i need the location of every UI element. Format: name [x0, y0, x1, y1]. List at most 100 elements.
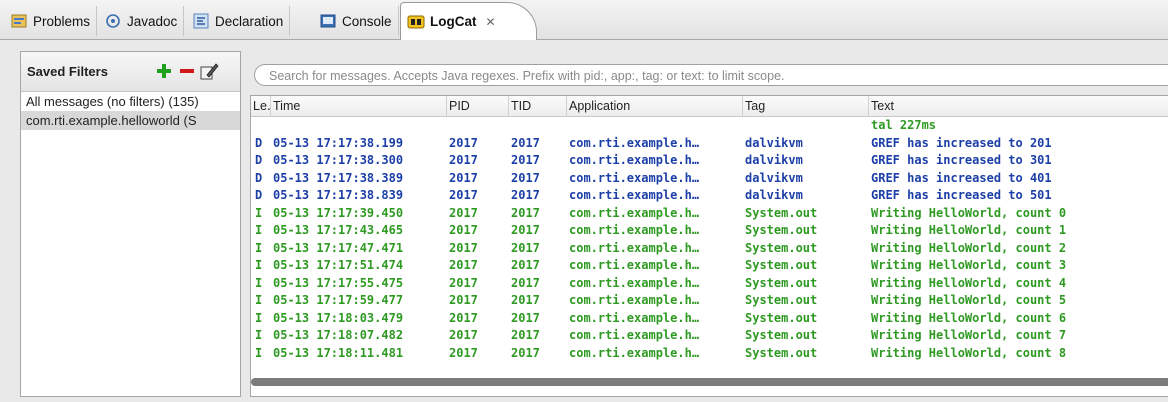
- log-cell-app: com.rti.example.h…: [569, 258, 700, 272]
- column-header-pid[interactable]: PID: [447, 96, 509, 117]
- log-row[interactable]: D 05-13 17:17:38.389 2017 2017 com.rti.examp…: [251, 170, 1168, 188]
- tab-console[interactable]: Console: [313, 6, 399, 36]
- view-tab-bar: Problems Javadoc Declaration Console Log…: [0, 0, 1168, 40]
- log-cell-tid: 2017: [511, 188, 540, 202]
- log-cell-text: GREF has increased to 501: [871, 188, 1052, 202]
- log-row[interactable]: D 05-13 17:17:38.839 2017 2017 com.rti.examp…: [251, 187, 1168, 205]
- remove-filter-icon[interactable]: [177, 60, 197, 82]
- log-cell-pid: 2017: [449, 135, 478, 150]
- tab-declaration[interactable]: Declaration: [186, 6, 291, 36]
- log-cell-text: Writing HelloWorld, count 3: [871, 258, 1067, 272]
- edit-filter-icon[interactable]: [199, 60, 219, 82]
- column-header-application[interactable]: Application: [567, 96, 743, 117]
- log-cell-level: D: [255, 170, 263, 185]
- logcat-icon: [407, 13, 425, 31]
- log-cell-time: 05-13 17:17:51.474: [273, 258, 404, 272]
- log-cell-tid: 2017: [511, 240, 540, 255]
- log-cell-level: I: [255, 223, 263, 237]
- log-cell-pid: 2017: [449, 275, 478, 290]
- log-table: Le․ Time PID TID Application Tag Text ta…: [250, 95, 1168, 397]
- log-cell-level: I: [255, 258, 263, 272]
- close-icon[interactable]: ✕: [486, 15, 496, 29]
- log-row[interactable]: I 05-13 17:17:55.475 2017 2017 com.rti.examp…: [251, 275, 1168, 293]
- log-cell-time: 05-13 17:18:03.479: [273, 310, 404, 325]
- horizontal-scrollbar[interactable]: [251, 378, 1168, 386]
- log-cell-tag: System.out: [745, 345, 818, 360]
- add-filter-icon[interactable]: [154, 60, 174, 82]
- log-row[interactable]: D 05-13 17:17:38.199 2017 2017 com.rti.examp…: [251, 135, 1168, 153]
- log-row[interactable]: I 05-13 17:17:59.477 2017 2017 com.rti.examp…: [251, 292, 1168, 310]
- console-icon: [319, 12, 337, 30]
- log-cell-tag: System.out: [745, 310, 818, 325]
- log-cell-time: 05-13 17:17:47.471: [273, 240, 404, 255]
- log-row[interactable]: I 05-13 17:17:43.465 2017 2017 com.rti.examp…: [251, 222, 1168, 240]
- log-cell-tid: 2017: [511, 135, 540, 150]
- log-row[interactable]: I 05-13 17:18:07.482 2017 2017 com.rti.examp…: [251, 327, 1168, 345]
- log-cell-pid: 2017: [449, 188, 478, 202]
- filter-item-helloworld[interactable]: com.rti.example.helloworld (S: [21, 111, 240, 130]
- log-cell-level: D: [255, 135, 263, 150]
- column-header-tid[interactable]: TID: [509, 96, 567, 117]
- log-cell-time: 05-13 17:17:38.389: [273, 170, 404, 185]
- log-cell-pid: 2017: [449, 153, 478, 167]
- log-row[interactable]: I 05-13 17:18:03.479 2017 2017 com.rti.examp…: [251, 310, 1168, 328]
- log-cell-app: com.rti.example.h…: [569, 153, 700, 167]
- log-cell-app: com.rti.example.h…: [569, 240, 700, 255]
- log-cell-tid: 2017: [511, 258, 540, 272]
- log-cell-tag: System.out: [745, 293, 818, 307]
- log-row[interactable]: tal 227ms: [251, 117, 1168, 135]
- log-cell-app: com.rti.example.h…: [569, 275, 700, 290]
- log-cell-text: GREF has increased to 301: [871, 153, 1052, 167]
- log-cell-tag: dalvikvm: [745, 188, 803, 202]
- log-cell-tid: 2017: [511, 205, 540, 220]
- tab-label: Javadoc: [127, 13, 178, 29]
- log-cell-tag: System.out: [745, 258, 818, 272]
- log-row[interactable]: I 05-13 17:17:51.474 2017 2017 com.rti.examp…: [251, 257, 1168, 275]
- log-cell-tid: 2017: [511, 328, 540, 342]
- log-row[interactable]: I 05-13 17:17:47.471 2017 2017 com.rti.examp…: [251, 240, 1168, 258]
- log-cell-pid: 2017: [449, 310, 478, 325]
- search-box: [254, 64, 1168, 86]
- log-cell-pid: 2017: [449, 223, 478, 237]
- column-header-text[interactable]: Text: [869, 96, 1168, 117]
- column-header-time[interactable]: Time: [271, 96, 447, 117]
- tab-label: Problems: [33, 13, 91, 29]
- log-cell-tid: 2017: [511, 170, 540, 185]
- tab-label: Declaration: [215, 13, 284, 29]
- declaration-icon: [192, 12, 210, 30]
- saved-filters-header: Saved Filters: [21, 52, 240, 92]
- filter-item-all-messages[interactable]: All messages (no filters) (135): [21, 92, 240, 111]
- log-row[interactable]: D 05-13 17:17:38.300 2017 2017 com.rti.examp…: [251, 152, 1168, 170]
- log-cell-app: com.rti.example.h…: [569, 223, 700, 237]
- column-header-level[interactable]: Le․: [251, 96, 271, 117]
- log-cell-time: 05-13 17:17:38.300: [273, 153, 404, 167]
- log-row[interactable]: I 05-13 17:17:39.450 2017 2017 com.rti.examp…: [251, 205, 1168, 223]
- log-cell-pid: 2017: [449, 293, 478, 307]
- log-cell-tid: 2017: [511, 275, 540, 290]
- logcat-view: Saved Filters All messages (no filters) …: [0, 40, 1168, 402]
- search-input[interactable]: [269, 67, 1149, 84]
- log-row[interactable]: I 05-13 17:18:11.481 2017 2017 com.rti.examp…: [251, 345, 1168, 363]
- log-cell-text: Writing HelloWorld, count 7: [871, 328, 1067, 342]
- tab-problems[interactable]: Problems: [4, 6, 98, 36]
- log-cell-time: 05-13 17:17:43.465: [273, 223, 404, 237]
- log-cell-level: I: [255, 205, 263, 220]
- log-cell-time: 05-13 17:18:07.482: [273, 328, 404, 342]
- log-cell-app: com.rti.example.h…: [569, 345, 700, 360]
- log-cell-tag: System.out: [745, 205, 818, 220]
- saved-filters-title: Saved Filters: [27, 64, 108, 79]
- saved-filters-panel: Saved Filters All messages (no filters) …: [20, 51, 241, 397]
- log-cell-tid: 2017: [511, 153, 540, 167]
- log-cell-time: 05-13 17:17:55.475: [273, 275, 404, 290]
- log-cell-tag: dalvikvm: [745, 153, 803, 167]
- problems-icon: [10, 12, 28, 30]
- log-cell-tag: dalvikvm: [745, 135, 803, 150]
- log-cell-tag: System.out: [745, 240, 818, 255]
- tab-logcat[interactable]: LogCat ✕: [400, 2, 537, 40]
- log-cell-pid: 2017: [449, 205, 478, 220]
- column-header-tag[interactable]: Tag: [743, 96, 869, 117]
- tab-javadoc[interactable]: Javadoc: [98, 6, 185, 36]
- log-cell-text: Writing HelloWorld, count 5: [871, 293, 1067, 307]
- log-cell-time: 05-13 17:17:38.839: [273, 188, 404, 202]
- log-cell-level: I: [255, 345, 263, 360]
